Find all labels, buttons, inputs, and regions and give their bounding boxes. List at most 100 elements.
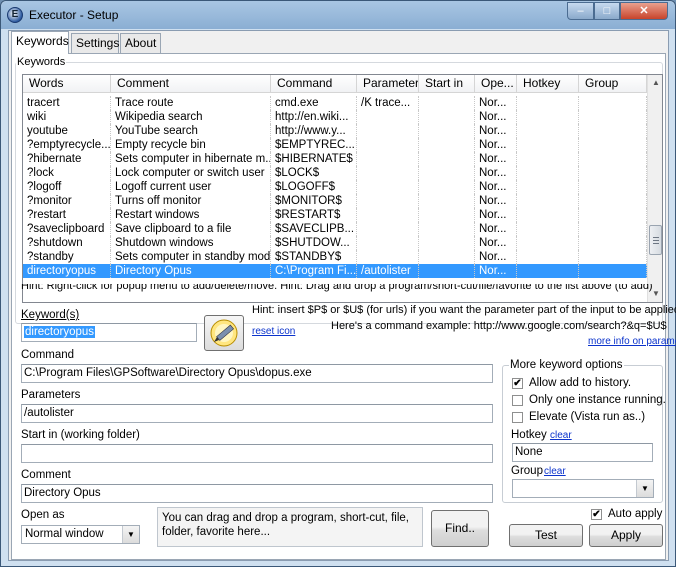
cell-hotkey (517, 180, 579, 194)
check-icon: ✔ (513, 378, 522, 389)
one-instance-label: Only one instance running. (529, 394, 666, 406)
table-row[interactable]: ?emptyrecycle... Empty recycle bin $EMPTYR… (23, 138, 647, 152)
tab-settings[interactable]: Settings (71, 33, 119, 53)
group-clear-link[interactable]: clear (544, 466, 566, 477)
allow-history-checkbox[interactable]: ✔ (512, 378, 523, 389)
find-button[interactable]: Find.. (431, 510, 489, 547)
maximize-button[interactable]: □ (594, 2, 620, 20)
cell-words: ?standby (23, 250, 111, 264)
auto-apply-label: Auto apply (608, 508, 663, 520)
column-header-open-as[interactable]: Ope... (475, 75, 517, 92)
cell-open-as: Nor... (475, 236, 517, 250)
cell-open-as: Nor... (475, 166, 517, 180)
column-header-parameter[interactable]: Parameter (357, 75, 419, 92)
table-row[interactable]: youtube YouTube search http://www.y... Nor.… (23, 124, 647, 138)
close-button[interactable]: ✕ (620, 2, 668, 20)
setup-window: E Executor - Setup – □ ✕ Keywords Settin… (0, 0, 676, 567)
apply-button[interactable]: Apply (589, 524, 663, 547)
cell-words: wiki (23, 110, 111, 124)
scroll-up-arrow-icon[interactable]: ▲ (648, 75, 662, 91)
scroll-thumb[interactable] (649, 225, 662, 255)
elevate-checkbox[interactable] (512, 412, 523, 423)
cell-comment: Turns off monitor (111, 194, 271, 208)
list-header: Words Comment Command Parameter Start in… (23, 75, 647, 93)
hotkey-input[interactable]: None (512, 443, 653, 462)
comment-input[interactable]: Directory Opus (21, 484, 493, 503)
group-select[interactable]: ▼ (512, 479, 654, 498)
cell-open-as: Nor... (475, 250, 517, 264)
keyword-icon-button[interactable] (204, 315, 244, 351)
one-instance-checkbox[interactable] (512, 395, 523, 406)
auto-apply-checkbox[interactable]: ✔ (591, 509, 602, 520)
keywords-list[interactable]: Words Comment Command Parameter Start in… (22, 74, 663, 303)
cell-command: $SAVECLIPB... (271, 222, 357, 236)
list-vertical-scrollbar[interactable]: ▲ ▼ (647, 75, 662, 302)
cell-comment: Sets computer in hibernate m... (111, 152, 271, 166)
cell-start-in (419, 222, 475, 236)
table-row[interactable]: directoryopus Directory Opus C:\Program Fi… (23, 264, 647, 278)
window-title: Executor - Setup (29, 8, 119, 22)
table-row[interactable]: tracert Trace route cmd.exe/K trace... Nor.… (23, 96, 647, 110)
more-info-parameters-link[interactable]: more info on parameters (588, 336, 676, 347)
table-row[interactable]: ?saveclipboard Save clipboard to a file $S… (23, 222, 647, 236)
reset-icon-link[interactable]: reset icon (252, 326, 295, 337)
cell-parameter (357, 180, 419, 194)
cell-comment: YouTube search (111, 124, 271, 138)
column-header-words[interactable]: Words (23, 75, 111, 92)
table-row[interactable]: ?lock Lock computer or switch user $LOCK$ N… (23, 166, 647, 180)
cell-start-in (419, 208, 475, 222)
cell-words: ?saveclipboard (23, 222, 111, 236)
keyword-input[interactable]: directoryopus (21, 323, 197, 342)
cell-hotkey (517, 222, 579, 236)
table-row[interactable]: ?standby Sets computer in standby mode $ST… (23, 250, 647, 264)
table-row[interactable]: ?shutdown Shutdown windows $SHUTDOW... Nor.… (23, 236, 647, 250)
cell-start-in (419, 194, 475, 208)
column-header-start-in[interactable]: Start in (419, 75, 475, 92)
cell-words: ?emptyrecycle... (23, 138, 111, 152)
cell-open-as: Nor... (475, 194, 517, 208)
column-header-hotkey[interactable]: Hotkey (517, 75, 579, 92)
group-label: Group (511, 465, 543, 477)
comment-label: Comment (21, 469, 71, 481)
table-row[interactable]: ?logoff Logoff current user $LOGOFF$ Nor... (23, 180, 647, 194)
list-hint: Hint: Right-click for popup menu to add/… (19, 284, 659, 293)
cell-parameter (357, 222, 419, 236)
hotkey-clear-link[interactable]: clear (550, 430, 572, 441)
list-rows: tracert Trace route cmd.exe/K trace... Nor.… (23, 96, 647, 278)
cell-command: $MONITOR$ (271, 194, 357, 208)
minimize-button[interactable]: – (567, 2, 594, 20)
cell-parameter (357, 152, 419, 166)
parameters-input[interactable]: /autolister (21, 404, 493, 423)
chevron-down-icon[interactable]: ▼ (636, 480, 653, 497)
table-row[interactable]: ?restart Restart windows $RESTART$ Nor... (23, 208, 647, 222)
cell-hotkey (517, 124, 579, 138)
pencil-icon (210, 319, 238, 347)
cell-words: ?lock (23, 166, 111, 180)
cell-words: ?shutdown (23, 236, 111, 250)
cell-command: http://en.wiki... (271, 110, 357, 124)
cell-command: C:\Program Fi... (271, 264, 357, 278)
cell-comment: Restart windows (111, 208, 271, 222)
table-row[interactable]: ?monitor Turns off monitor $MONITOR$ Nor... (23, 194, 647, 208)
column-header-command[interactable]: Command (271, 75, 357, 92)
cell-words: youtube (23, 124, 111, 138)
chevron-down-icon[interactable]: ▼ (122, 526, 139, 543)
start-in-input[interactable] (21, 444, 493, 463)
cell-hotkey (517, 166, 579, 180)
table-row[interactable]: wiki Wikipedia search http://en.wiki... Nor… (23, 110, 647, 124)
title-bar[interactable]: E Executor - Setup – □ ✕ (1, 1, 675, 29)
tab-about[interactable]: About (120, 33, 161, 53)
command-input[interactable]: C:\Program Files\GPSoftware\Directory Op… (21, 364, 493, 383)
tab-keywords[interactable]: Keywords (11, 31, 69, 54)
column-header-comment[interactable]: Comment (111, 75, 271, 92)
test-button[interactable]: Test (509, 524, 583, 547)
cell-start-in (419, 96, 475, 110)
table-row[interactable]: ?hibernate Sets computer in hibernate m..… (23, 152, 647, 166)
cell-hotkey (517, 96, 579, 110)
drop-zone[interactable]: You can drag and drop a program, short-c… (157, 507, 423, 547)
keywords-group-label: Keywords (16, 56, 67, 68)
cell-hotkey (517, 250, 579, 264)
column-header-group[interactable]: Group (579, 75, 647, 92)
open-as-select[interactable]: Normal window ▼ (21, 525, 140, 544)
cell-parameter (357, 236, 419, 250)
